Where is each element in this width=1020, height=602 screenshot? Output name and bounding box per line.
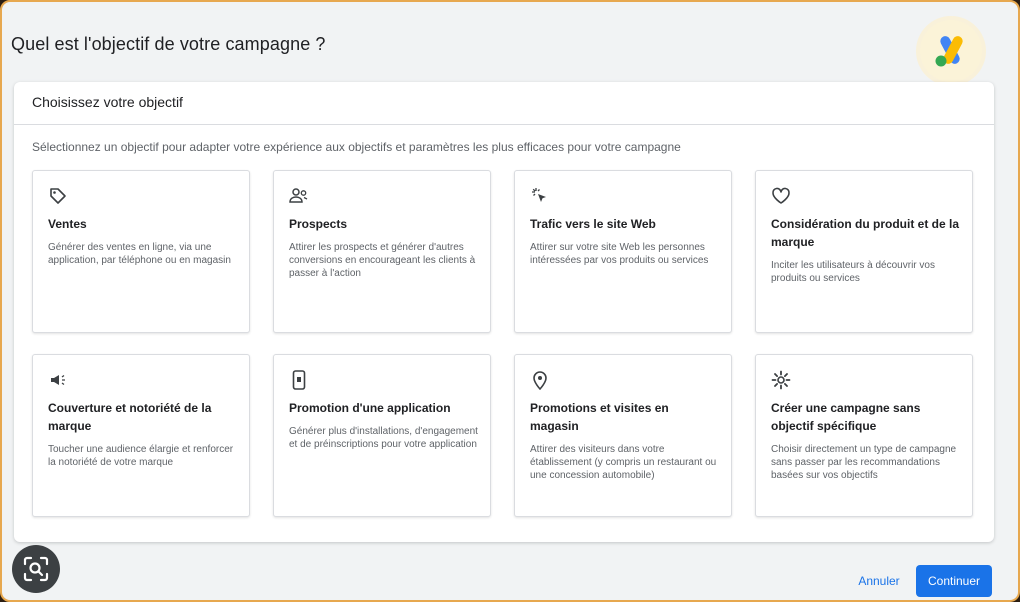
screen-search-button[interactable] bbox=[12, 545, 60, 593]
panel-header: Choisissez votre objectif bbox=[32, 94, 183, 110]
objective-description: Générer des ventes en ligne, via une app… bbox=[48, 242, 231, 266]
objective-card-sans-objectif[interactable]: Créer une campagne sans objectif spécifi… bbox=[755, 354, 973, 517]
app-frame: Quel est l'objectif de votre campagne ? … bbox=[0, 0, 1020, 602]
continue-button[interactable]: Continuer bbox=[916, 565, 992, 597]
objective-description: Choisir directement un type de campagne … bbox=[771, 444, 957, 481]
objective-card-ventes[interactable]: Ventes Générer des ventes en ligne, via … bbox=[32, 170, 250, 333]
objective-card-promotion-application[interactable]: Promotion d'une application Générer plus… bbox=[273, 354, 491, 517]
objective-title: Trafic vers le site Web bbox=[530, 217, 656, 231]
objective-card-promotions-visites-magasin[interactable]: Promotions et visites en magasin Attirer… bbox=[514, 354, 732, 517]
people-icon bbox=[289, 186, 309, 206]
gear-icon bbox=[771, 370, 791, 390]
objective-title: Promotion d'une application bbox=[289, 401, 451, 415]
objective-description: Attirer des visiteurs dans votre établis… bbox=[530, 444, 717, 481]
google-ads-logo-icon bbox=[920, 20, 982, 82]
objective-description: Toucher une audience élargie et renforce… bbox=[48, 444, 234, 468]
objective-card-trafic-site-web[interactable]: Trafic vers le site Web Attirer sur votr… bbox=[514, 170, 732, 333]
objective-card-consideration[interactable]: Considération du produit et de la marque… bbox=[755, 170, 973, 333]
megaphone-icon bbox=[48, 370, 68, 390]
heart-icon bbox=[771, 186, 791, 206]
objective-description: Attirer sur votre site Web les personnes… bbox=[530, 242, 709, 266]
lens-icon bbox=[23, 556, 49, 582]
phone-icon bbox=[289, 370, 309, 390]
tag-icon bbox=[48, 186, 68, 206]
objective-card-couverture-notoriete[interactable]: Couverture et notoriété de la marque Tou… bbox=[32, 354, 250, 517]
objective-title: Considération du produit et de la marque bbox=[771, 217, 960, 249]
objective-title: Prospects bbox=[289, 217, 348, 231]
objective-title: Créer une campagne sans objectif spécifi… bbox=[771, 401, 921, 433]
cancel-button[interactable]: Annuler bbox=[850, 568, 908, 594]
objective-title: Ventes bbox=[48, 217, 87, 231]
objective-card-prospects[interactable]: Prospects Attirer les prospects et génér… bbox=[273, 170, 491, 333]
objective-description: Générer plus d'installations, d'engageme… bbox=[289, 426, 478, 450]
panel-subtitle: Sélectionnez un objectif pour adapter vo… bbox=[32, 140, 681, 154]
objective-title: Couverture et notoriété de la marque bbox=[48, 401, 212, 433]
objective-description: Attirer les prospects et générer d'autre… bbox=[289, 242, 476, 279]
page-title: Quel est l'objectif de votre campagne ? bbox=[11, 34, 326, 54]
objective-description: Inciter les utilisateurs à découvrir vos… bbox=[771, 260, 935, 284]
cursor-click-icon bbox=[530, 186, 550, 206]
objective-title: Promotions et visites en magasin bbox=[530, 401, 669, 433]
objective-panel: Choisissez votre objectif Sélectionnez u… bbox=[14, 82, 994, 542]
location-pin-icon bbox=[530, 370, 550, 390]
panel-divider bbox=[14, 124, 994, 125]
